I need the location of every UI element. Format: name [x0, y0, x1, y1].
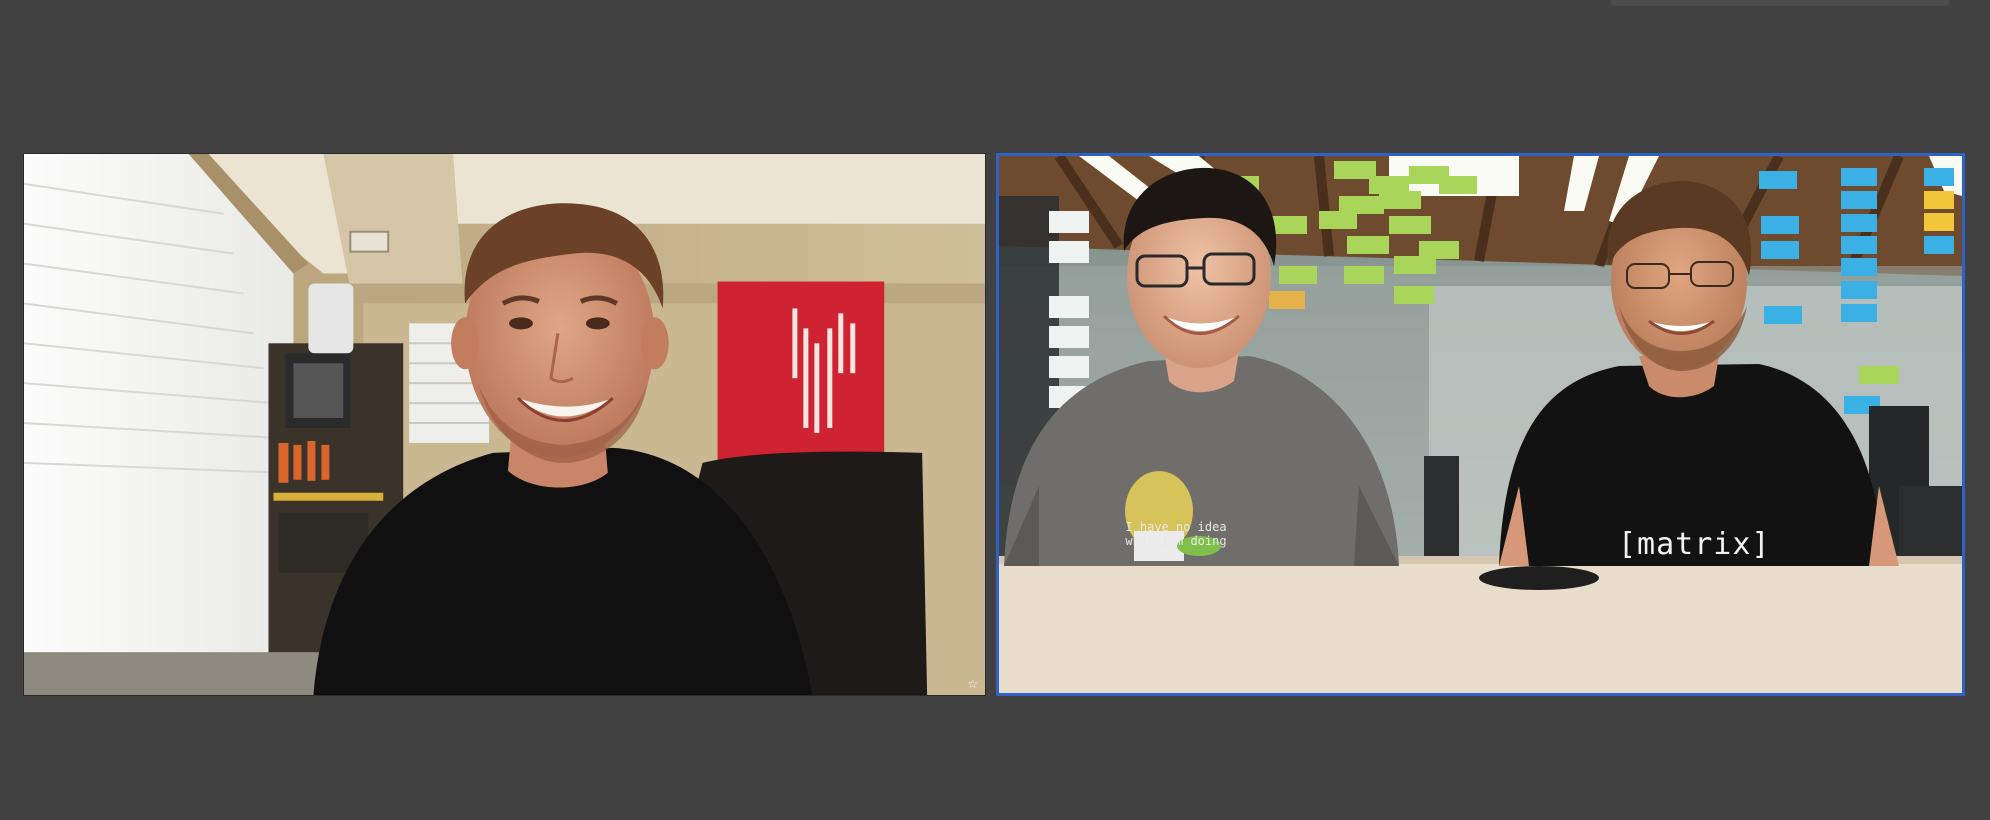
star-icon[interactable]: ☆	[967, 678, 978, 690]
video-feed-participant-2	[999, 156, 1962, 693]
video-tile-participant-2[interactable]: I have no idea what I'm doing [matrix]	[996, 153, 1965, 696]
shirt-matrix-text: [matrix]	[1618, 527, 1771, 562]
video-feed-participant-1	[24, 154, 985, 695]
more-vertical-icon[interactable]: ⋮	[964, 160, 977, 173]
shirt-slogan-text: I have no idea what I'm doing	[1125, 520, 1227, 548]
video-tile-participant-1[interactable]: ⋮ ☆	[23, 153, 986, 696]
top-toolbar-handle[interactable]	[1610, 0, 1950, 6]
video-call-stage: ⋮ ☆ I have no idea what I'm doing [matri…	[0, 0, 1990, 820]
